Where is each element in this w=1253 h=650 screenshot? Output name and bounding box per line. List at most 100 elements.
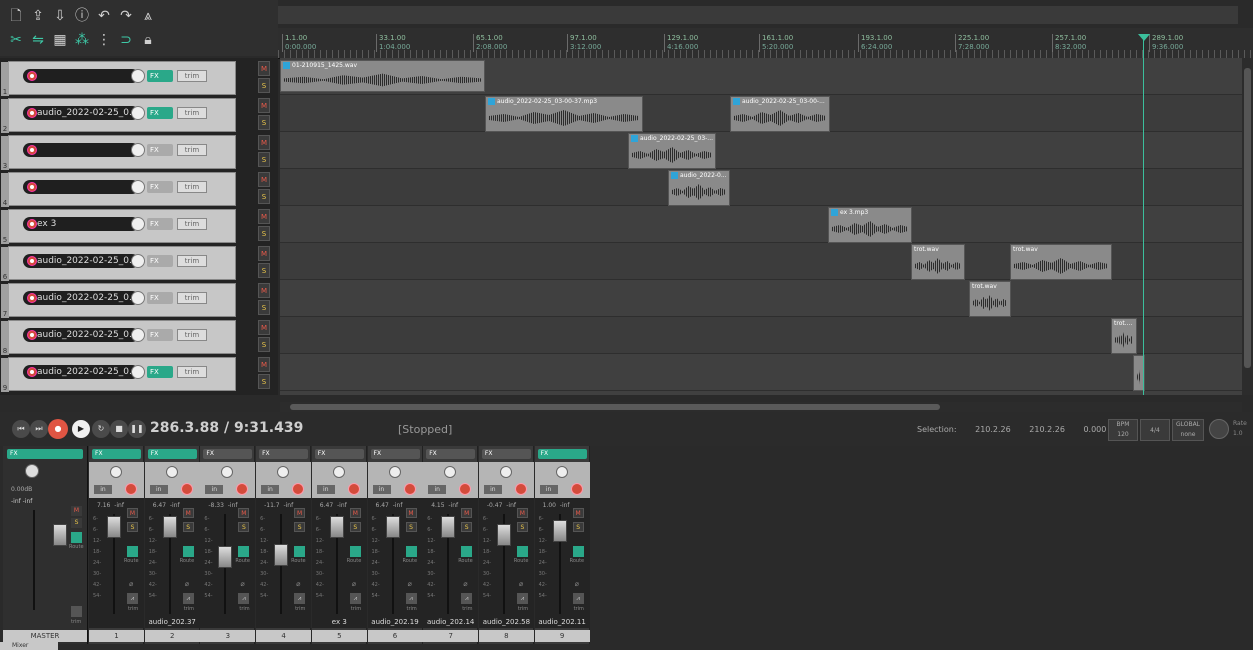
strip-record-arm-icon[interactable] [125,483,137,495]
phase-icon[interactable]: ⌀ [352,580,356,588]
volume-fader[interactable] [385,516,400,538]
strip-mute-button[interactable]: M [349,508,361,518]
strip-record-arm-icon[interactable] [570,483,583,495]
selection-readout[interactable]: Selection: 210.2.26 210.2.26 0.000 [917,425,1122,434]
mute-button[interactable]: M [258,283,270,298]
record-arm-icon[interactable] [27,182,37,192]
media-item[interactable]: trot.... [1111,318,1137,354]
trim-button[interactable]: trim [177,144,207,156]
strip-record-arm-icon[interactable] [403,483,416,495]
input-button[interactable]: in [316,485,335,494]
mixer-tab[interactable]: Mixer [0,642,58,650]
pan-knob[interactable] [110,466,122,478]
solo-button[interactable]: S [258,300,270,315]
transport-position[interactable]: 286.3.88 / 9:31.439 [150,420,303,436]
project-info-icon[interactable]: ⓘ [74,8,90,24]
track-lane[interactable] [280,206,1242,243]
input-button[interactable]: in [94,485,112,494]
media-item[interactable]: ex 3.mp3 [828,207,912,243]
vertical-scroll-thumb[interactable] [1244,68,1251,368]
master-solo-button[interactable]: S [71,518,82,528]
playhead-marker-icon[interactable] [1138,34,1150,41]
strip-solo-button[interactable]: S [405,522,417,532]
route-icon[interactable] [294,546,306,557]
strip-track-number[interactable]: 6 [367,630,423,642]
track-header[interactable]: 4 FX trim [1,172,236,207]
phase-icon[interactable]: ⌀ [240,580,244,588]
strip-record-arm-icon[interactable] [514,483,527,495]
route-icon[interactable] [349,546,361,557]
time-signature[interactable]: 4/4 [1140,419,1170,441]
go-to-end-button[interactable]: ⏭ [30,420,48,438]
pause-button[interactable]: ❚❚ [128,420,146,438]
track-number[interactable]: 2 [1,99,9,133]
strip-track-number[interactable]: 7 [423,630,479,642]
solo-button[interactable]: S [258,115,270,130]
pan-knob[interactable] [499,466,512,478]
track-header[interactable]: 3 FX trim [1,135,236,170]
volume-knob[interactable] [131,106,145,120]
solo-button[interactable]: S [258,374,270,389]
track-name-field[interactable]: audio_2022-02-25_0.37 [23,106,139,120]
media-item[interactable]: 01-210915_1425.wav [280,60,485,92]
repeat-button[interactable]: ↻ [92,420,110,438]
strip-solo-button[interactable]: S [182,522,194,532]
pan-knob[interactable] [277,466,290,478]
phase-icon[interactable]: ⌀ [463,580,467,588]
volume-knob[interactable] [131,254,145,268]
playrate-knob[interactable] [1209,419,1229,439]
trim-button[interactable]: trim [177,70,207,82]
strip-record-arm-icon[interactable] [180,483,193,495]
trim-button[interactable]: trim [177,366,207,378]
strip-solo-button[interactable]: S [461,522,473,532]
volume-fader[interactable] [274,544,289,566]
master-fader[interactable] [53,524,67,546]
record-arm-icon[interactable] [27,256,37,266]
strip-mute-button[interactable]: M [294,508,306,518]
volume-knob[interactable] [131,143,145,157]
input-button[interactable]: in [372,485,391,494]
volume-fader[interactable] [218,546,233,568]
metronome-icon[interactable]: ⩓ [140,8,156,24]
strip-track-name[interactable] [89,616,144,628]
fx-button[interactable]: FX [147,144,173,156]
phase-icon[interactable]: ⌀ [185,580,189,588]
strip-solo-button[interactable]: S [572,522,584,532]
trim-icon[interactable]: ⩘ [572,593,584,604]
track-number[interactable]: 8 [1,321,9,355]
track-name-field[interactable]: ex 3 [23,217,139,231]
strip-track-number[interactable]: 1 [89,630,144,642]
track-lane[interactable] [280,132,1242,169]
route-icon[interactable] [238,546,250,557]
volume-knob[interactable] [131,69,145,83]
trim-icon[interactable]: ⩘ [238,593,250,604]
strip-fx-button[interactable]: FX [314,449,364,459]
trim-icon[interactable]: ⩘ [349,593,361,604]
strip-track-name[interactable]: audio_202.19 [368,616,423,628]
media-item[interactable]: audio_2022-02-25_03-... [628,133,716,169]
lanes-icon[interactable]: ⋮ [96,32,112,48]
record-arm-icon[interactable] [27,108,37,118]
selection-start[interactable]: 210.2.26 [975,425,1011,434]
pan-knob[interactable] [165,466,178,478]
strip-fx-button[interactable]: FX [481,449,531,459]
bpm-box[interactable]: BPM 120 [1108,419,1138,441]
volume-knob[interactable] [131,217,145,231]
snap-icon[interactable]: ⁂ [74,32,90,48]
strip-track-number[interactable]: 8 [478,630,534,642]
strip-mute-button[interactable]: M [182,508,194,518]
phase-icon[interactable]: ⌀ [408,580,412,588]
phase-icon[interactable]: ⌀ [519,580,523,588]
master-label[interactable]: MASTER [3,630,87,642]
strip-track-number[interactable]: 2 [144,630,200,642]
strip-track-name[interactable]: audio_202.11 [535,616,590,628]
strip-mute-button[interactable]: M [405,508,417,518]
track-header[interactable]: 1 FX trim [1,61,236,96]
trim-icon[interactable]: ⩘ [516,593,528,604]
fx-button[interactable]: FX [147,70,173,82]
pan-knob[interactable] [332,466,345,478]
pan-knob[interactable] [555,466,568,478]
route-icon[interactable] [572,546,584,557]
track-number[interactable]: 9 [1,358,9,392]
track-header[interactable]: 2 audio_2022-02-25_0.37 FX trim [1,98,236,133]
